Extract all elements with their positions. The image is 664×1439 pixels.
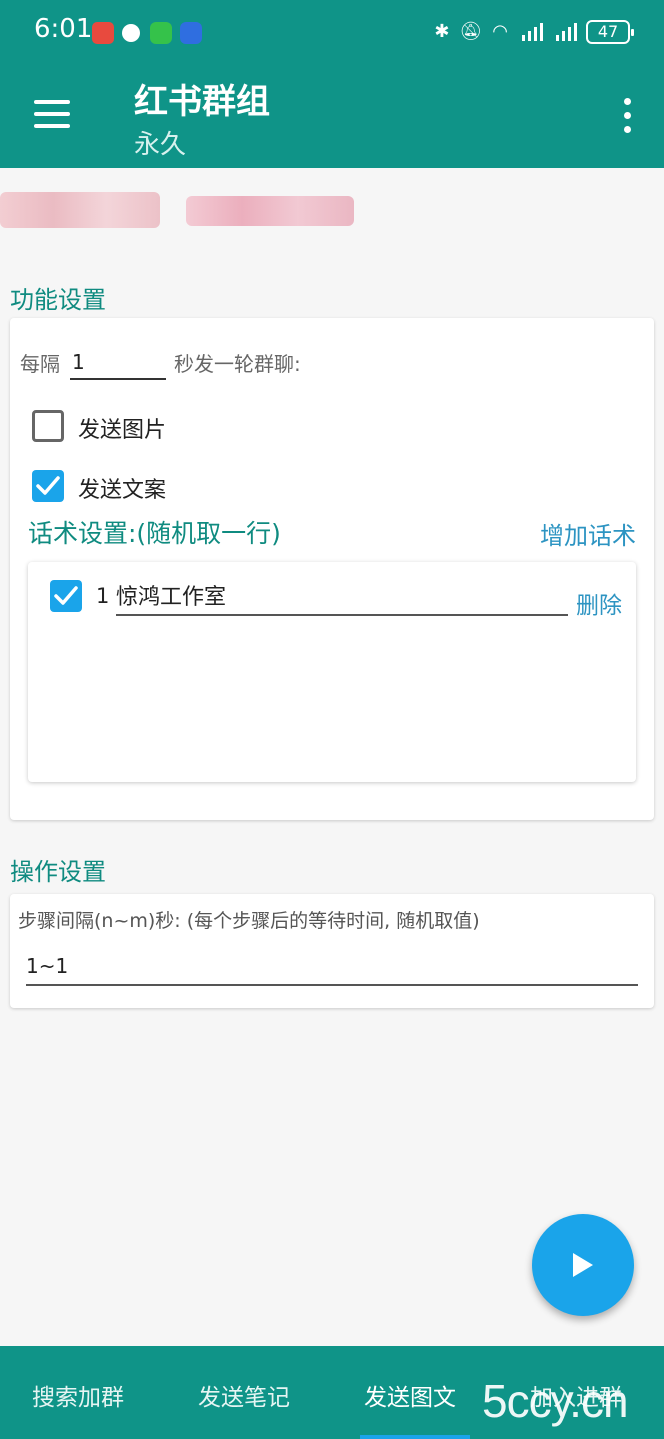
script-text-input[interactable] (116, 576, 568, 616)
operation-settings-card: 步骤间隔(n~m)秒: (每个步骤后的等待时间, 随机取值) (10, 894, 654, 1008)
redacted-info (0, 192, 664, 232)
redacted-block (0, 192, 160, 228)
wifi-icon: ◠ (492, 21, 508, 42)
send-image-checkbox[interactable] (32, 410, 64, 442)
nav-send-notes[interactable]: 发送笔记 (198, 1378, 290, 1412)
feature-settings-title: 功能设置 (10, 286, 106, 314)
robot-notification-icon (122, 24, 140, 42)
status-time: 6:01 (34, 14, 93, 44)
operation-settings-title: 操作设置 (10, 858, 106, 886)
add-script-button[interactable]: 增加话术 (540, 516, 636, 551)
page-subtitle: 永久 (134, 130, 187, 160)
mute-icon: 🔕︎ (459, 21, 483, 42)
hamburger-menu-icon[interactable] (34, 98, 70, 130)
status-icons: ✱ 🔕︎ ◠ 47 (434, 18, 634, 46)
5g-signal-icon (518, 23, 543, 41)
interval-prefix: 每隔 (20, 352, 60, 376)
feature-settings-card: 每隔 秒发一轮群聊: 发送图片 发送文案 话术设置:(随机取一行) 增加话术 1… (10, 318, 654, 820)
app-notification-icon (180, 22, 202, 44)
4g-signal-icon (552, 23, 577, 41)
redacted-block (186, 196, 354, 226)
nav-search-groups[interactable]: 搜索加群 (32, 1378, 124, 1412)
battery-icon: 47 (586, 20, 634, 44)
script-list: 1 删除 (28, 562, 636, 782)
active-tab-indicator (360, 1435, 470, 1439)
step-interval-input[interactable] (26, 948, 638, 986)
bluetooth-icon: ✱ (434, 21, 450, 42)
script-index: 1 (96, 584, 110, 608)
script-settings-title: 话术设置:(随机取一行) (28, 519, 281, 548)
page-title: 红书群组 (134, 82, 270, 122)
watermark: 5ccy.cn (482, 1375, 629, 1427)
app-bar: 6:01 ✱ 🔕︎ ◠ 47 红书群组 永久 (0, 0, 664, 168)
send-text-checkbox[interactable] (32, 470, 64, 502)
delete-script-button[interactable]: 删除 (576, 586, 622, 620)
interval-suffix: 秒发一轮群聊: (174, 352, 301, 376)
more-vert-icon[interactable] (622, 98, 634, 134)
missed-call-notification-icon (92, 22, 114, 44)
nav-send-image-text[interactable]: 发送图文 (364, 1378, 456, 1412)
play-icon (573, 1253, 593, 1277)
check-icon (54, 586, 78, 605)
status-bar: 6:01 ✱ 🔕︎ ◠ 47 (0, 0, 664, 64)
send-text-label: 发送文案 (78, 478, 167, 503)
step-interval-label: 步骤间隔(n~m)秒: (每个步骤后的等待时间, 随机取值) (18, 910, 480, 932)
script-checkbox[interactable] (50, 580, 82, 612)
start-button[interactable] (532, 1214, 634, 1316)
interval-input[interactable] (70, 346, 166, 380)
check-icon (36, 476, 60, 495)
send-image-label: 发送图片 (78, 418, 167, 443)
message-notification-icon (150, 22, 172, 44)
